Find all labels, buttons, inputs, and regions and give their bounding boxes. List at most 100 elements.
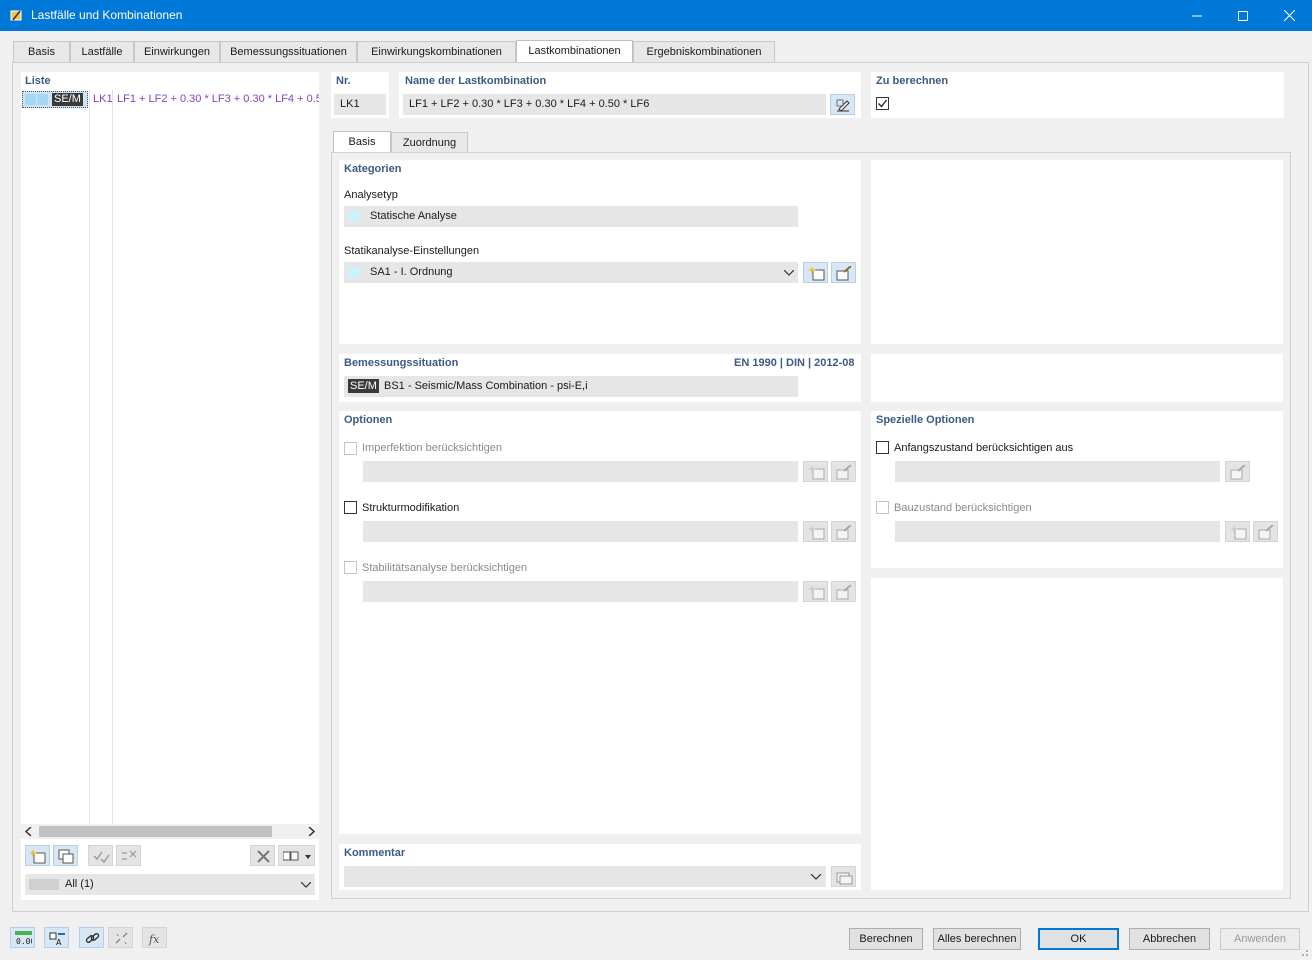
imperfection-new-button[interactable] (803, 461, 828, 482)
static-settings-value: SA1 - I. Ordnung (370, 266, 453, 278)
subtab-basis[interactable]: Basis (333, 131, 391, 153)
columns-icon (283, 851, 311, 861)
initial-state-checkbox[interactable] (876, 441, 889, 454)
uncheck-list-icon (122, 850, 137, 860)
maximize-button[interactable] (1220, 0, 1266, 31)
new-static-settings-button[interactable] (803, 262, 828, 283)
initial-state-edit-button[interactable] (1225, 461, 1250, 482)
link-button[interactable] (79, 927, 104, 948)
tab-basis[interactable]: Basis (13, 41, 70, 63)
uncheck-all-button[interactable] (116, 845, 141, 866)
calculate-all-button[interactable]: Alles berechnen (933, 928, 1021, 950)
comment-library-button[interactable] (831, 866, 856, 887)
unlink-button[interactable] (108, 927, 133, 948)
construction-stage-checkbox[interactable] (876, 501, 889, 514)
edit-icon (836, 99, 850, 112)
list-filter-dropdown[interactable]: All (1) (25, 874, 315, 895)
check-all-button[interactable] (88, 845, 113, 866)
subtab-label: Basis (348, 136, 376, 148)
minimize-button[interactable] (1174, 0, 1220, 31)
imperfection-checkbox[interactable] (344, 442, 357, 455)
units-button[interactable]: A (44, 927, 69, 948)
construction-stage-field (895, 521, 1220, 542)
imperfection-edit-button[interactable] (831, 461, 856, 482)
svg-text:fx: fx (148, 933, 160, 946)
stability-field (363, 581, 798, 602)
tab-lastkombinationen[interactable]: Lastkombinationen (516, 40, 633, 63)
scroll-right-icon[interactable] (307, 827, 315, 836)
construction-stage-edit-button[interactable] (1253, 521, 1278, 542)
subtab-zuordnung[interactable]: Zuordnung (391, 132, 468, 153)
name-label: Name der Lastkombination (405, 75, 547, 87)
comment-panel: Kommentar (339, 844, 861, 890)
formula-icon: fx (148, 933, 160, 946)
structure-modification-edit-button[interactable] (831, 521, 856, 542)
comment-input[interactable] (344, 866, 826, 887)
stability-edit-button[interactable] (831, 581, 856, 602)
new-item-button[interactable] (25, 845, 50, 866)
resize-grip-icon[interactable] (1298, 946, 1309, 957)
categories-title: Kategorien (344, 163, 402, 175)
delete-button[interactable] (250, 845, 275, 866)
filter-value: All (1) (65, 878, 94, 890)
link-icon (85, 933, 100, 943)
decimal-places-button[interactable]: 0.00 (10, 927, 35, 948)
calc-label: Zu berechnen (876, 75, 949, 87)
edit-name-button[interactable] (830, 94, 855, 115)
structure-modification-checkbox[interactable] (344, 501, 357, 514)
special-options-panel: Spezielle Optionen Anfangszustand berück… (871, 411, 1283, 568)
maximize-icon (1238, 11, 1248, 21)
column-divider (112, 90, 113, 824)
imperfection-field (363, 461, 798, 482)
nr-field[interactable]: LK1 (334, 94, 386, 115)
tab-label: Ergebniskombinationen (646, 46, 762, 58)
edit-static-settings-button[interactable] (831, 262, 856, 283)
formula-button[interactable]: fx (142, 927, 167, 948)
copy-icon (58, 849, 74, 864)
calculate-checkbox[interactable] (876, 97, 889, 110)
chevron-down-icon (811, 874, 821, 880)
scroll-left-icon[interactable] (25, 827, 33, 836)
design-situation-panel: Bemessungssituation EN 1990 | DIN | 2012… (339, 354, 861, 402)
static-settings-dropdown[interactable]: SA1 - I. Ordnung (344, 262, 798, 283)
close-button[interactable] (1266, 0, 1312, 31)
options-title: Optionen (344, 414, 393, 426)
construction-stage-new-button[interactable] (1225, 521, 1250, 542)
tab-bemessungssituationen[interactable]: Bemessungssituationen (220, 41, 357, 63)
tab-label: Einwirkungen (143, 46, 211, 58)
scrollbar-thumb[interactable] (39, 826, 272, 837)
tab-einwirkungen[interactable]: Einwirkungen (134, 41, 220, 63)
calculate-panel: Zu berechnen (871, 72, 1284, 118)
name-field[interactable]: LF1 + LF2 + 0.30 * LF3 + 0.30 * LF4 + 0.… (403, 94, 826, 115)
new-icon (1230, 525, 1247, 540)
stability-checkbox[interactable] (344, 561, 357, 574)
tab-lastfaelle[interactable]: Lastfälle (70, 41, 134, 63)
new-icon (808, 465, 825, 480)
tab-label: Lastkombinationen (528, 45, 621, 57)
ok-button[interactable]: OK (1038, 928, 1119, 950)
design-standard: EN 1990 | DIN | 2012-08 (734, 357, 855, 369)
new-icon (808, 266, 825, 281)
cancel-button[interactable]: Abbrechen (1129, 928, 1210, 950)
view-options-button[interactable] (278, 845, 315, 866)
color-swatch (37, 94, 48, 105)
tab-label: Basis (28, 46, 55, 58)
app-icon (10, 10, 22, 21)
copy-item-button[interactable] (53, 845, 78, 866)
list-item-text: LF1 + LF2 + 0.30 * LF3 + 0.30 * LF4 + 0.… (117, 93, 319, 105)
delete-icon (257, 850, 270, 863)
tab-einwirkungskombinationen[interactable]: Einwirkungskombinationen (357, 41, 516, 63)
special-options-title: Spezielle Optionen (876, 414, 975, 426)
edit-settings-icon (836, 266, 852, 281)
structure-modification-new-button[interactable] (803, 521, 828, 542)
tab-ergebniskombinationen[interactable]: Ergebniskombinationen (633, 41, 775, 63)
stability-new-button[interactable] (803, 581, 828, 602)
window-title: Lastfälle und Kombinationen (31, 8, 183, 22)
analysis-type-field: Statische Analyse (344, 206, 798, 227)
list-item[interactable]: SE/M LK1 LF1 + LF2 + 0.30 * LF3 + 0.30 *… (22, 91, 319, 108)
berechnen-button[interactable]: Berechnen (849, 928, 923, 950)
checkmark-icon (878, 99, 888, 108)
horizontal-scrollbar[interactable] (21, 824, 319, 839)
apply-button[interactable]: Anwenden (1220, 928, 1300, 950)
initial-state-field (895, 461, 1220, 482)
